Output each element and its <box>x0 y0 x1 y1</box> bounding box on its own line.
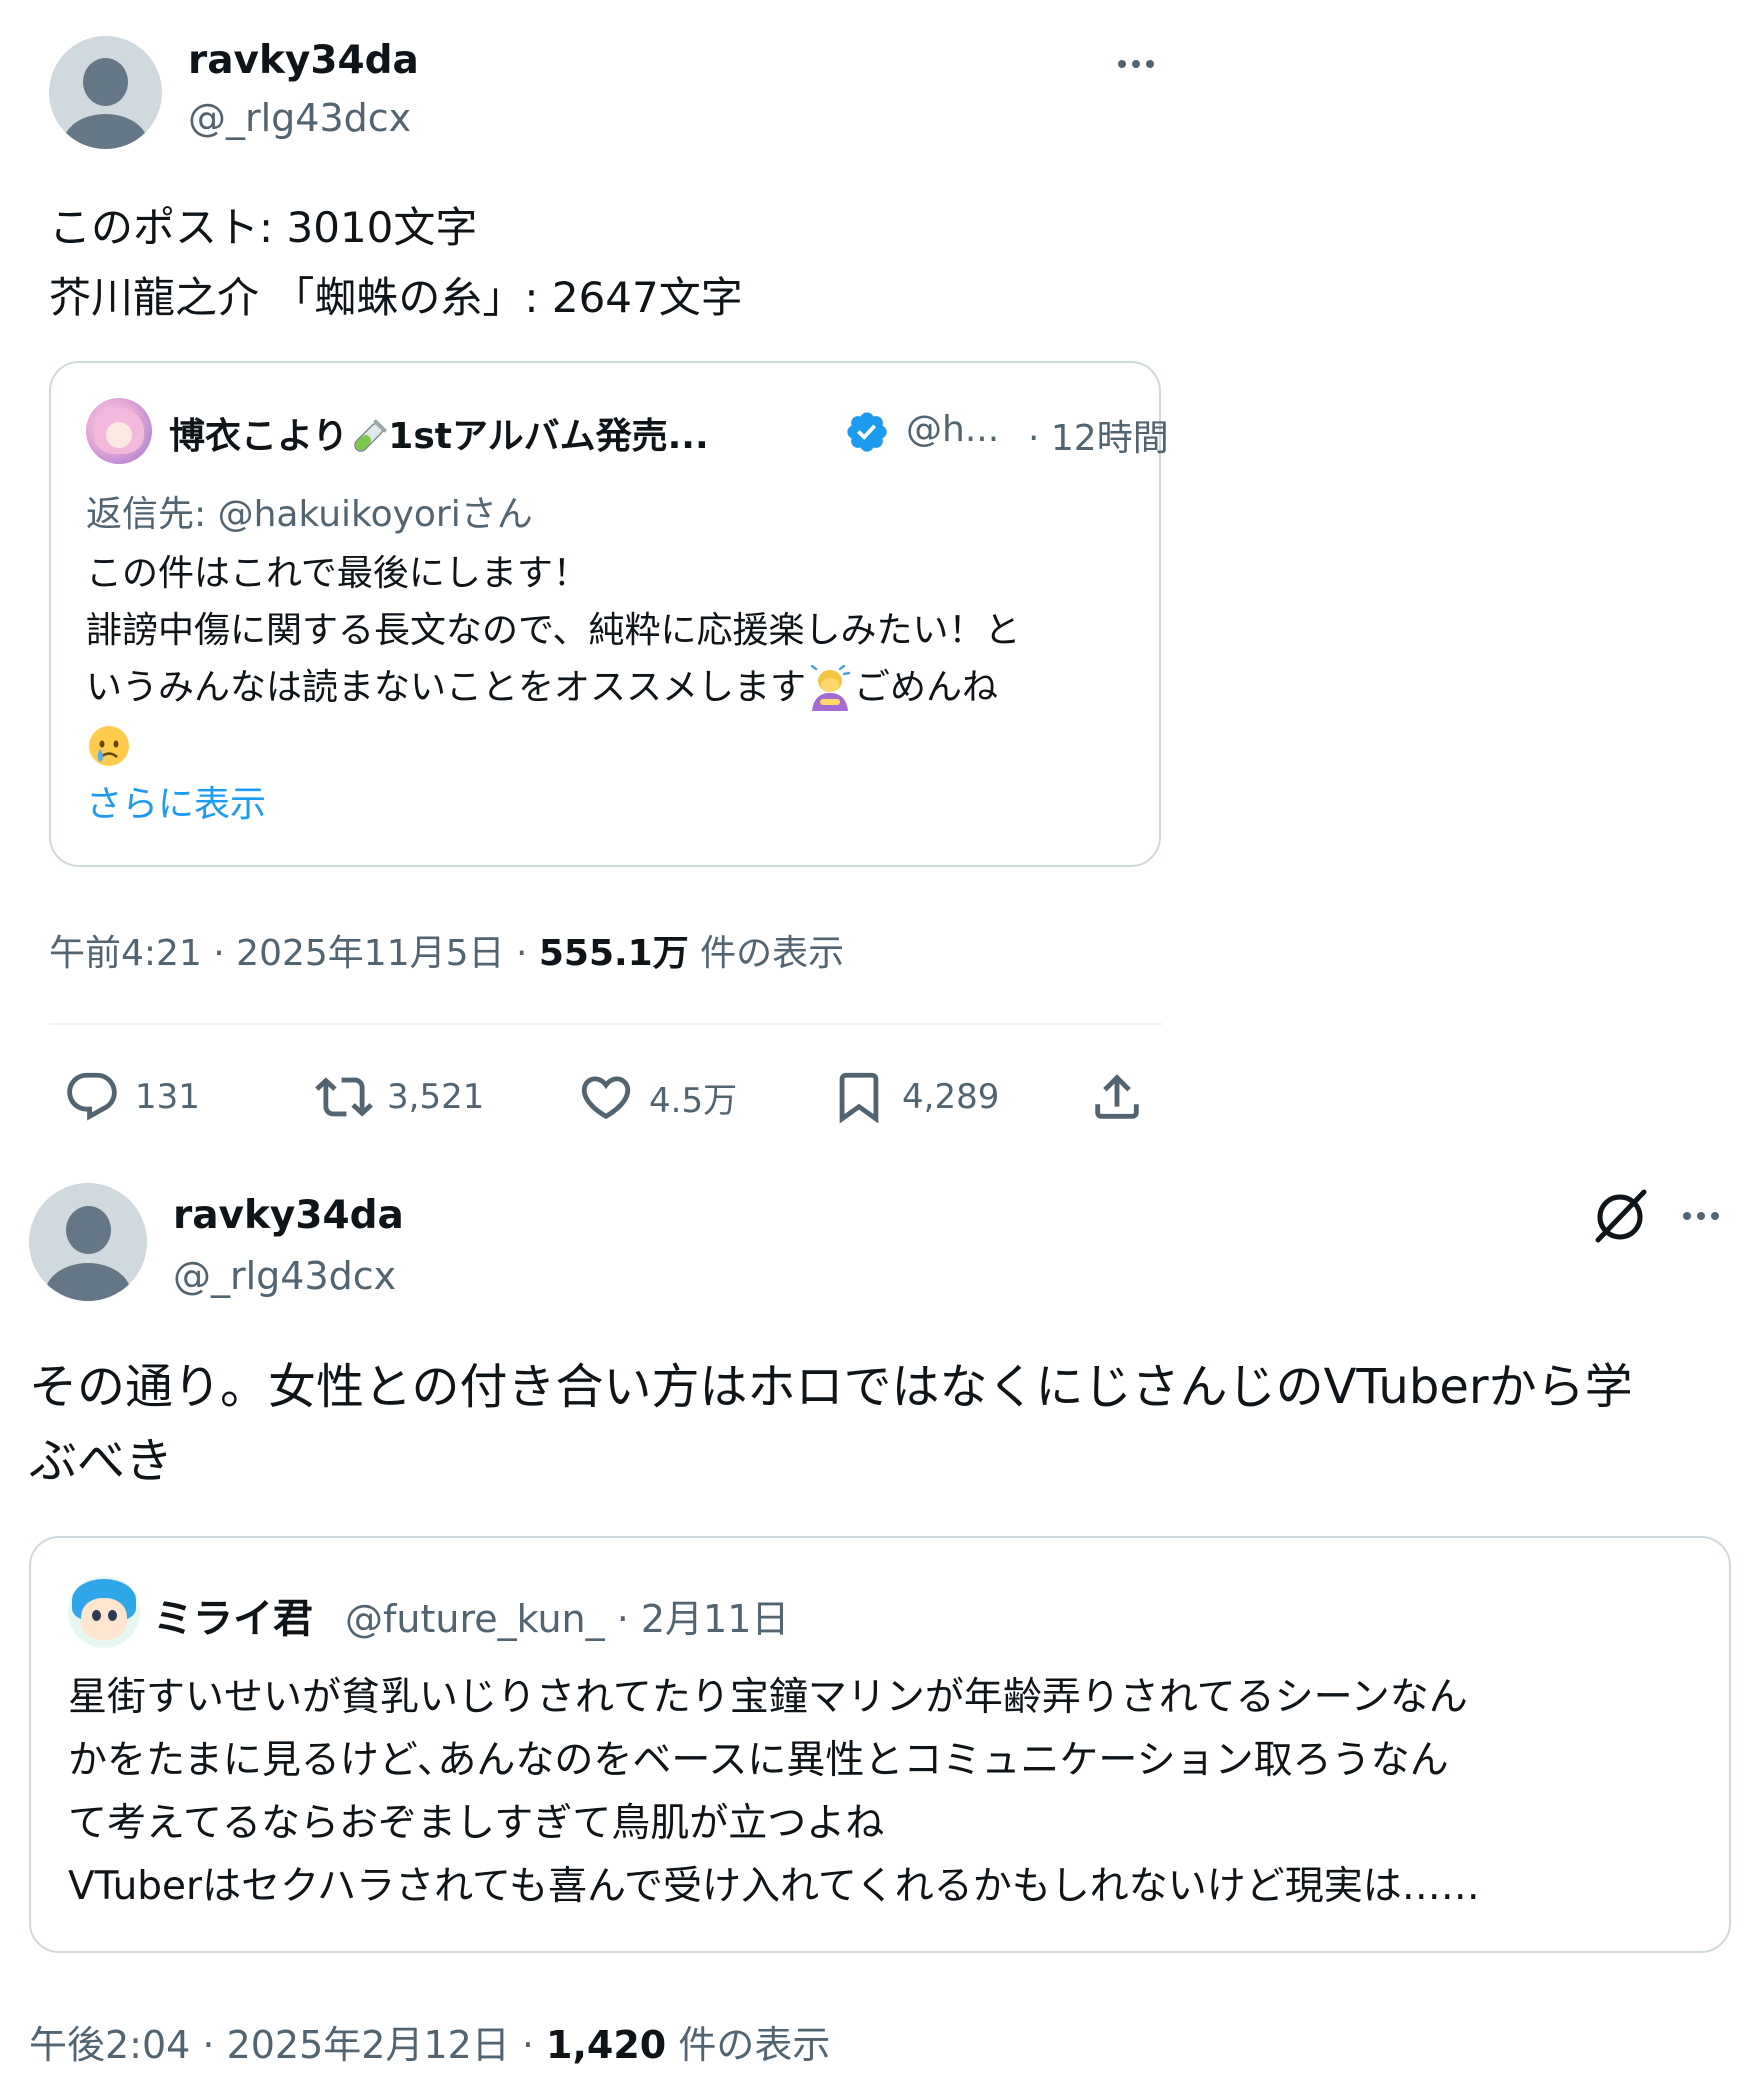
post-text: その通り。女性との付き合い方はホロではなくにじさんじのVTuberから学 ぶべき <box>29 1350 1633 1498</box>
quoted-time[interactable]: · 12時間 <box>1028 409 1169 461</box>
crying-emoji <box>89 726 129 766</box>
bookmark-icon <box>839 1072 879 1124</box>
user-handle[interactable]: @_rlg43dcx <box>188 96 411 140</box>
repost-button[interactable]: 3,521 <box>315 1068 484 1126</box>
quoted-display-name: 博衣こより 1stアルバム発売... <box>169 407 709 459</box>
quoted-text-line: て考えてるならおぞましすぎて鳥肌が立つよね <box>68 1801 885 1846</box>
post-timestamp[interactable]: 午後2:04 · 2025年2月12日 · 1,420 件の表示 <box>29 2014 830 2069</box>
quoted-text: 星街すいせいが貧乳いじりされてたり宝鐘マリンが年齢弄りされてるシーンなん かをた… <box>68 1666 1480 1918</box>
like-icon <box>581 1076 631 1120</box>
quoted-display-name: ミライ君 <box>153 1596 313 1642</box>
quoted-name-text: 博衣こより <box>169 416 349 457</box>
post-text-line: ぶべき <box>29 1433 174 1489</box>
view-count: 1,420 <box>546 2023 667 2067</box>
quoted-text-line: VTuberはセクハラされても喜んで受け入れてくれるかもしれないけど現実は…… <box>68 1864 1480 1909</box>
like-count: 4.5万 <box>649 1080 738 1121</box>
post-text: このポスト: 3010文字 芥川龍之介 「蜘蛛の糸」: 2647文字 <box>49 193 743 333</box>
more-icon[interactable] <box>1683 1212 1719 1220</box>
verified-badge-icon <box>847 412 887 452</box>
view-count: 555.1万 <box>538 933 689 974</box>
post-1: ravky34da @_rlg43dcx このポスト: 3010文字 芥川龍之介… <box>0 0 1751 1150</box>
avatar[interactable] <box>29 1183 147 1301</box>
quoted-text-line: かをたまに見るけど､あんなのをベースに異性とコミュニケーション取ろうなん <box>68 1738 1449 1783</box>
bowing-emoji <box>810 665 851 711</box>
avatar[interactable] <box>49 36 162 149</box>
post-timestamp[interactable]: 午前4:21 · 2025年11月5日 · 555.1万 件の表示 <box>49 924 844 976</box>
display-name[interactable]: ravky34da <box>188 38 419 83</box>
quoted-handle[interactable]: @future_kun_ · 2月11日 <box>345 1588 789 1643</box>
like-button[interactable]: 4.5万 <box>577 1068 737 1126</box>
reply-count: 131 <box>135 1077 200 1117</box>
quoted-text-line: 誹謗中傷に関する長文なので、純粋に応援楽しみたい！と <box>86 610 1021 651</box>
divider <box>49 1023 1162 1025</box>
quoted-text: この件はこれで最後にします！ 誹謗中傷に関する長文なので、純粋に応援楽しみたい！… <box>86 545 1021 773</box>
post-text-line: その通り。女性との付き合い方はホロではなくにじさんじのVTuberから学 <box>29 1359 1633 1415</box>
grok-icon[interactable] <box>1590 1186 1650 1246</box>
quoted-text-line: この件はこれで最後にします！ <box>86 553 589 594</box>
bookmark-button[interactable]: 4,289 <box>830 1068 999 1126</box>
reply-to[interactable]: 返信先: @hakuikoyoriさん <box>86 485 533 537</box>
quoted-post[interactable]: 博衣こより 1stアルバム発売... @h... · 12時間 返信先: @ha… <box>49 361 1169 867</box>
test-tube-emoji <box>354 419 387 452</box>
quoted-text-segment: いうみんなは読まないことをオススメします <box>86 667 807 708</box>
display-name[interactable]: ravky34da <box>173 1193 404 1238</box>
quoted-text-line-4 <box>86 716 1021 773</box>
show-more-link[interactable]: さらに表示 <box>86 775 266 827</box>
repost-count: 3,521 <box>387 1077 485 1117</box>
post-text-line: 芥川龍之介 「蜘蛛の糸」: 2647文字 <box>49 273 743 322</box>
repost-icon <box>315 1077 373 1117</box>
quoted-avatar[interactable] <box>86 398 152 464</box>
user-handle[interactable]: @_rlg43dcx <box>173 1254 396 1298</box>
quoted-handle[interactable]: @h... <box>906 409 999 450</box>
quoted-text-segment: ごめんね <box>854 667 999 708</box>
quoted-avatar[interactable] <box>68 1576 140 1648</box>
share-icon <box>1095 1074 1139 1119</box>
quoted-text-line: 星街すいせいが貧乳いじりされてたり宝鐘マリンが年齢弄りされてるシーンなん <box>68 1675 1468 1720</box>
quoted-text-line-3: いうみんなは読まないことをオススメします ごめんね <box>86 659 1021 716</box>
quoted-post[interactable]: ミライ君 @future_kun_ · 2月11日 星街すいせいが貧乳いじりされ… <box>29 1536 1731 1953</box>
more-icon[interactable] <box>1118 60 1154 68</box>
reply-button[interactable]: 131 <box>63 1068 200 1126</box>
timestamp-text: 午前4:21 · 2025年11月5日 · <box>49 933 539 974</box>
timestamp-text: 午後2:04 · 2025年2月12日 · <box>29 2023 547 2067</box>
quoted-name-suffix: 1stアルバム発売... <box>388 416 709 457</box>
views-label: 件の表示 <box>688 933 845 974</box>
share-button[interactable] <box>1088 1068 1146 1126</box>
reply-icon <box>67 1072 117 1121</box>
bookmark-count: 4,289 <box>902 1077 1000 1117</box>
views-label: 件の表示 <box>666 2023 831 2067</box>
post-text-line: このポスト: 3010文字 <box>49 203 478 252</box>
